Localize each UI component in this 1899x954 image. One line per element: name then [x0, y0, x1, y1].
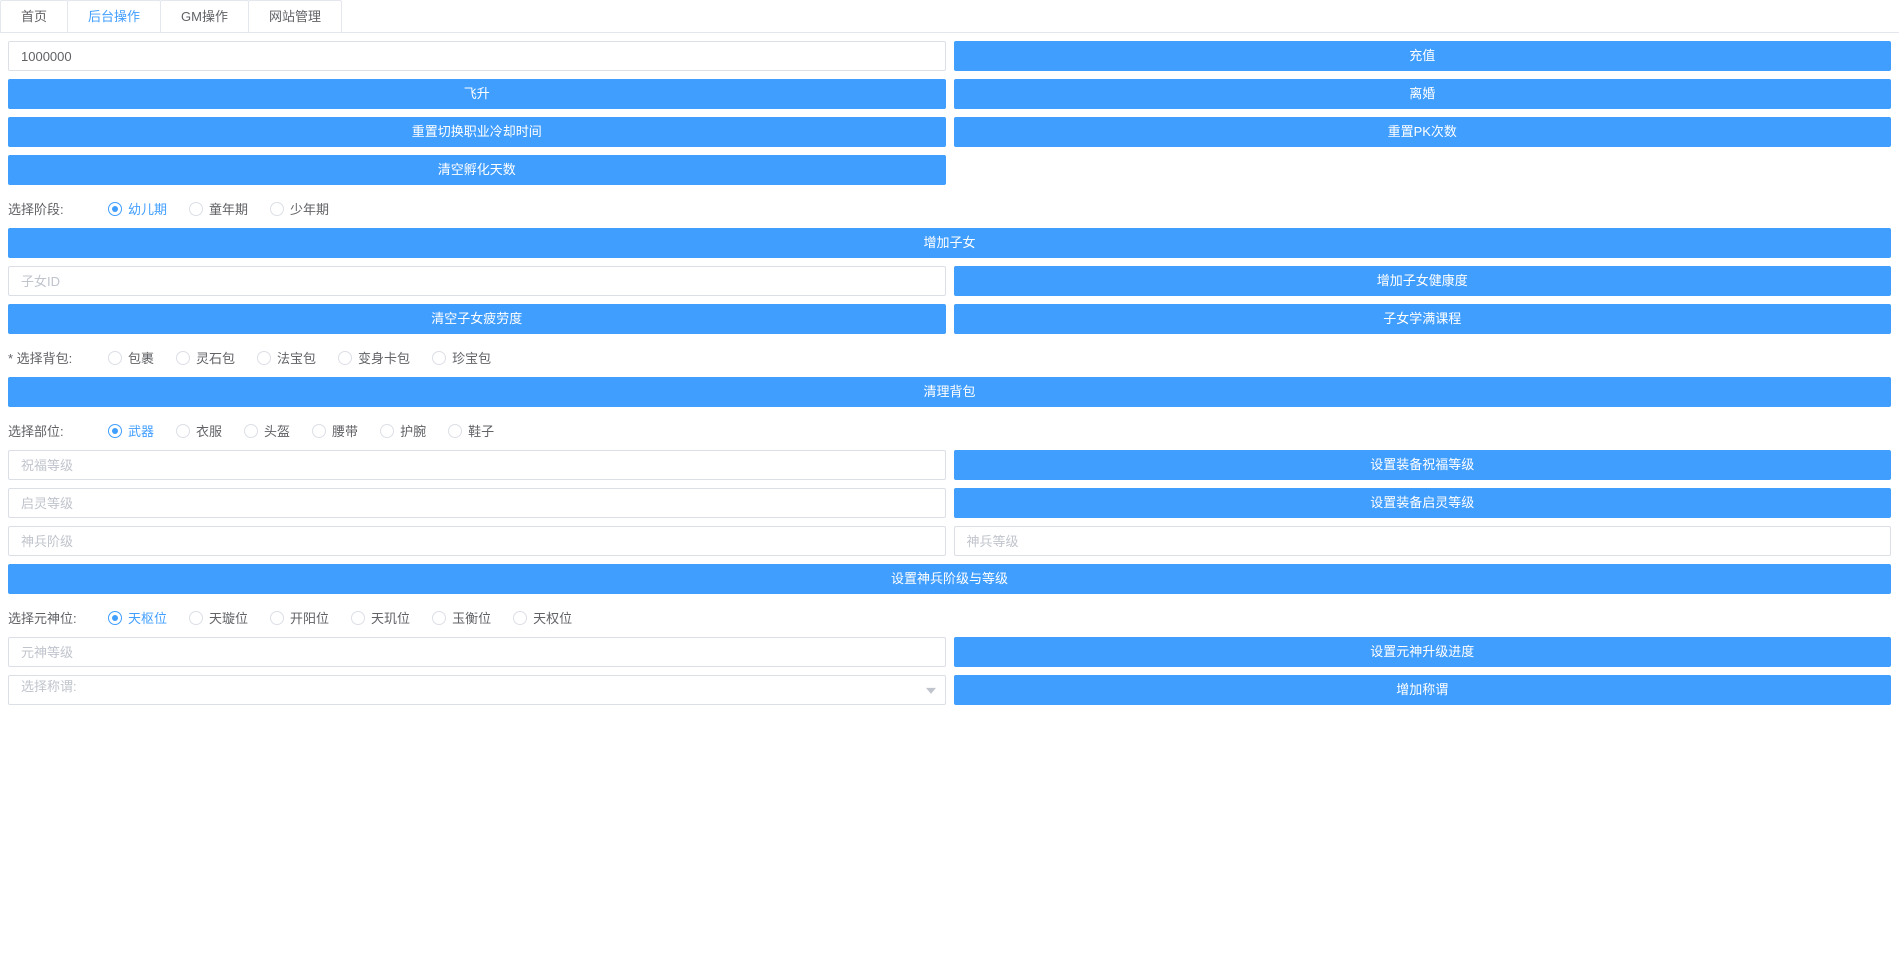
- nav-tabs: 首页 后台操作 GM操作 网站管理: [0, 0, 1899, 33]
- radio-stage-0[interactable]: 幼儿期: [108, 199, 167, 218]
- stage-field: 选择阶段: 幼儿期 童年期 少年期: [8, 193, 1891, 228]
- set-yuanshen-button[interactable]: 设置元神升级进度: [954, 637, 1892, 667]
- tab-backend[interactable]: 后台操作: [67, 0, 161, 32]
- clear-child-fatigue-button[interactable]: 清空子女疲劳度: [8, 304, 946, 334]
- part-label: 选择部位:: [8, 421, 78, 440]
- shenbing-level-input[interactable]: [954, 526, 1892, 556]
- reset-job-cd-button[interactable]: 重置切换职业冷却时间: [8, 117, 946, 147]
- recharge-button[interactable]: 充值: [954, 41, 1892, 71]
- clear-bag-button[interactable]: 清理背包: [8, 377, 1891, 407]
- chevron-down-icon: [926, 688, 936, 694]
- set-bless-button[interactable]: 设置装备祝福等级: [954, 450, 1892, 480]
- bag-radio-group: 包裹 灵石包 法宝包 变身卡包 珍宝包: [108, 348, 491, 367]
- radio-part-3[interactable]: 腰带: [312, 421, 358, 440]
- radio-bag-4[interactable]: 珍宝包: [432, 348, 491, 367]
- bag-field: 选择背包: 包裹 灵石包 法宝包 变身卡包 珍宝包: [8, 342, 1891, 377]
- qiling-level-input[interactable]: [8, 488, 946, 518]
- reset-pk-button[interactable]: 重置PK次数: [954, 117, 1892, 147]
- clear-hatch-button[interactable]: 清空孵化天数: [8, 155, 946, 185]
- yuanshen-field: 选择元神位: 天枢位 天璇位 开阳位 天玑位 玉衡位 天权位: [8, 602, 1891, 637]
- radio-yuanshen-4[interactable]: 玉衡位: [432, 608, 491, 627]
- part-radio-group: 武器 衣服 头盔 腰带 护腕 鞋子: [108, 421, 494, 440]
- radio-stage-2[interactable]: 少年期: [270, 199, 329, 218]
- radio-part-5[interactable]: 鞋子: [448, 421, 494, 440]
- radio-bag-0[interactable]: 包裹: [108, 348, 154, 367]
- tab-panel-backend: 充值 飞升 离婚 重置切换职业冷却时间 重置PK次数 清空孵化天数 选择阶段: …: [0, 33, 1899, 721]
- title-select[interactable]: 选择称谓:: [8, 675, 946, 705]
- radio-part-0[interactable]: 武器: [108, 421, 154, 440]
- radio-bag-3[interactable]: 变身卡包: [338, 348, 410, 367]
- radio-stage-1[interactable]: 童年期: [189, 199, 248, 218]
- tab-home[interactable]: 首页: [0, 0, 68, 32]
- divorce-button[interactable]: 离婚: [954, 79, 1892, 109]
- radio-part-1[interactable]: 衣服: [176, 421, 222, 440]
- tab-site[interactable]: 网站管理: [248, 0, 342, 32]
- stage-label: 选择阶段:: [8, 199, 78, 218]
- bless-level-input[interactable]: [8, 450, 946, 480]
- add-child-button[interactable]: 增加子女: [8, 228, 1891, 258]
- add-child-hp-button[interactable]: 增加子女健康度: [954, 266, 1892, 296]
- add-title-button[interactable]: 增加称谓: [954, 675, 1892, 705]
- stage-radio-group: 幼儿期 童年期 少年期: [108, 199, 329, 218]
- amount-input[interactable]: [8, 41, 946, 71]
- radio-yuanshen-2[interactable]: 开阳位: [270, 608, 329, 627]
- part-field: 选择部位: 武器 衣服 头盔 腰带 护腕 鞋子: [8, 415, 1891, 450]
- yuanshen-label: 选择元神位:: [8, 608, 78, 627]
- yuanshen-level-input[interactable]: [8, 637, 946, 667]
- radio-yuanshen-5[interactable]: 天权位: [513, 608, 572, 627]
- tab-gm[interactable]: GM操作: [160, 0, 249, 32]
- radio-part-2[interactable]: 头盔: [244, 421, 290, 440]
- radio-yuanshen-0[interactable]: 天枢位: [108, 608, 167, 627]
- child-id-input[interactable]: [8, 266, 946, 296]
- set-qiling-button[interactable]: 设置装备启灵等级: [954, 488, 1892, 518]
- child-full-course-button[interactable]: 子女学满课程: [954, 304, 1892, 334]
- bag-label: 选择背包:: [8, 348, 78, 367]
- radio-bag-1[interactable]: 灵石包: [176, 348, 235, 367]
- radio-yuanshen-1[interactable]: 天璇位: [189, 608, 248, 627]
- radio-yuanshen-3[interactable]: 天玑位: [351, 608, 410, 627]
- radio-bag-2[interactable]: 法宝包: [257, 348, 316, 367]
- ascend-button[interactable]: 飞升: [8, 79, 946, 109]
- radio-part-4[interactable]: 护腕: [380, 421, 426, 440]
- shenbing-stage-input[interactable]: [8, 526, 946, 556]
- yuanshen-radio-group: 天枢位 天璇位 开阳位 天玑位 玉衡位 天权位: [108, 608, 572, 627]
- title-select-value: 选择称谓:: [8, 675, 946, 705]
- set-shenbing-button[interactable]: 设置神兵阶级与等级: [8, 564, 1891, 594]
